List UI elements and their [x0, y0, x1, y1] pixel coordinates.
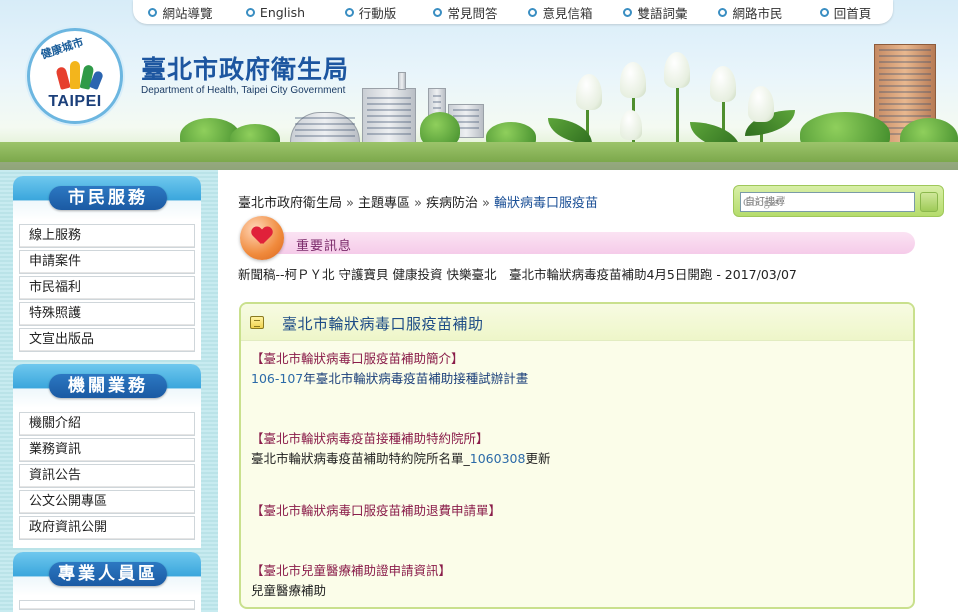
content-panel: 臺北市輪狀病毒口服疫苗補助 【臺北市輪狀病毒口服疫苗補助簡介】 106-107年…	[239, 302, 915, 609]
section-link[interactable]: 106-107年臺北市輪狀病毒疫苗補助接種試辦計畫	[251, 368, 528, 387]
logo-figure-icon	[70, 61, 80, 89]
calla-lily-decoration	[620, 110, 642, 140]
taipei-logo[interactable]: 健康城市 TAIPEI	[27, 28, 123, 124]
sidebar-item-welfare[interactable]: 市民福利	[19, 276, 195, 300]
sidebar-item-government-info[interactable]: 政府資訊公開	[19, 516, 195, 540]
notice-label: 重要訊息	[296, 239, 353, 254]
bullet-icon	[528, 7, 538, 17]
search-button[interactable]	[920, 192, 938, 212]
calla-lily-decoration	[748, 86, 774, 122]
sidebar-panel-citizen-services: 市民服務 線上服務 申請案件 市民福利 特殊照護 文宣出版品	[13, 176, 201, 360]
section-heading: 【臺北市輪狀病毒疫苗接種補助特約院所】	[251, 431, 489, 446]
search-input[interactable]	[740, 192, 915, 212]
sidebar-item-special-care[interactable]: 特殊照護	[19, 302, 195, 326]
search-widget: Google™	[733, 185, 944, 217]
bullet-icon	[344, 7, 354, 17]
section-link[interactable]: 臺北市輪狀病毒疫苗補助特約院所名單_1060308更新	[251, 448, 550, 467]
bullet-icon	[148, 7, 158, 17]
link-text: 年臺北市輪狀病毒疫苗補助接種試辦計畫	[303, 371, 529, 386]
top-nav-label: 雙語詞彙	[637, 5, 688, 21]
sidebar-item-public-documents[interactable]: 公文公開專區	[19, 490, 195, 514]
sidebar-panel-title: 市民服務	[49, 186, 167, 210]
site-title[interactable]: 臺北市政府衛生局	[141, 50, 349, 86]
sidebar-item-announcements[interactable]: 資訊公告	[19, 464, 195, 488]
calla-lily-decoration	[576, 74, 602, 110]
sidebar-item-applications[interactable]: 申請案件	[19, 250, 195, 274]
top-nav-label: English	[259, 4, 306, 20]
top-navigation: 網站導覽 English 行動版 常見問答 意見信箱 雙語詞彙 網路市民 回首頁	[133, 0, 893, 24]
bullet-icon	[819, 7, 829, 17]
breadcrumb-current[interactable]: 輪狀病毒口服疫苗	[494, 196, 598, 211]
sidebar-panel-header: 專業人員區	[13, 552, 201, 596]
link-number: 106-107	[251, 371, 304, 386]
top-nav-mobile[interactable]: 行動版	[323, 3, 418, 22]
sidebar-panel-title: 機關業務	[49, 374, 167, 398]
heart-icon	[240, 216, 284, 260]
bullet-icon	[623, 7, 633, 17]
sidebar-item-partial[interactable]	[19, 600, 195, 610]
breadcrumb-item[interactable]: 主題專區	[358, 196, 410, 211]
breadcrumb-item[interactable]: 臺北市政府衛生局	[238, 196, 342, 211]
calla-lily-decoration	[710, 66, 736, 102]
important-notice-bar: 重要訊息	[258, 232, 915, 254]
site-header: 網站導覽 English 行動版 常見問答 意見信箱 雙語詞彙 網路市民 回首頁…	[0, 0, 958, 170]
sidebar-menu	[13, 596, 201, 612]
top-nav-label: 常見問答	[447, 5, 498, 21]
content-panel-header: 臺北市輪狀病毒口服疫苗補助	[241, 304, 913, 341]
section-link[interactable]: 兒童醫療補助	[251, 580, 326, 599]
breadcrumb: 臺北市政府衛生局» 主題專區» 疾病防治» 輪狀病毒口服疫苗	[238, 192, 598, 211]
link-text: 臺北市輪狀病毒疫苗補助特約院所名單_	[251, 451, 470, 466]
top-nav-citizen[interactable]: 網路市民	[703, 3, 798, 22]
breadcrumb-separator: »	[481, 196, 490, 211]
content-title: 臺北市輪狀病毒口服疫苗補助	[282, 315, 484, 333]
sidebar-item-online-services[interactable]: 線上服務	[19, 224, 195, 248]
section-heading-link[interactable]: 【臺北市輪狀病毒口服疫苗補助退費申請單】	[251, 500, 501, 519]
header-road	[0, 162, 958, 170]
sidebar-item-publications[interactable]: 文宣出版品	[19, 328, 195, 352]
top-nav-label: 行動版	[358, 5, 397, 21]
building-decoration	[290, 112, 360, 146]
sidebar-panel-agency-business: 機關業務 機關介紹 業務資訊 資訊公告 公文公開專區 政府資訊公開	[13, 364, 201, 548]
breadcrumb-separator: »	[414, 196, 422, 211]
site-subtitle: Department of Health, Taipei City Govern…	[141, 85, 346, 96]
sidebar-item-business-info[interactable]: 業務資訊	[19, 438, 195, 462]
top-nav-label: 回首頁	[833, 5, 872, 21]
top-nav-label: 網站導覽	[162, 5, 213, 21]
top-nav-sitemap[interactable]: 網站導覽	[133, 3, 228, 22]
bullet-icon	[245, 7, 255, 17]
sidebar-panel-header: 機關業務	[13, 364, 201, 408]
logo-name: TAIPEI	[48, 93, 102, 110]
calla-lily-decoration	[620, 62, 646, 98]
breadcrumb-item[interactable]: 疾病防治	[426, 196, 478, 211]
top-nav-label: 意見信箱	[542, 5, 593, 21]
section-heading: 【臺北市兒童醫療補助證申請資訊】	[251, 563, 452, 578]
sidebar-panel-professionals: 專業人員區	[13, 552, 201, 612]
link-number: 1060308	[469, 451, 526, 466]
logo-arc-text: 健康城市	[39, 35, 86, 62]
building-decoration	[362, 88, 416, 144]
calla-lily-decoration	[664, 52, 690, 88]
bullet-icon	[433, 7, 443, 17]
top-nav-faq[interactable]: 常見問答	[418, 3, 513, 22]
top-nav-glossary[interactable]: 雙語詞彙	[608, 3, 703, 22]
breadcrumb-separator: »	[346, 196, 354, 211]
sidebar-menu: 機關介紹 業務資訊 資訊公告 公文公開專區 政府資訊公開	[13, 408, 201, 548]
section-heading: 【臺北市輪狀病毒口服疫苗補助簡介】	[251, 351, 464, 366]
top-nav-feedback[interactable]: 意見信箱	[513, 3, 608, 22]
link-text: 更新	[525, 451, 551, 466]
sidebar-panel-header: 市民服務	[13, 176, 201, 220]
sidebar-menu: 線上服務 申請案件 市民福利 特殊照護 文宣出版品	[13, 220, 201, 360]
top-nav-label: 網路市民	[732, 5, 783, 21]
document-icon	[250, 316, 264, 329]
main-content: 臺北市政府衛生局»主題專區»疾病防治»輪狀病毒口服疫苗 Google™ 重要訊息…	[218, 170, 958, 612]
top-nav-english[interactable]: English	[228, 5, 323, 20]
bullet-icon	[718, 7, 728, 17]
building-decoration	[398, 72, 406, 90]
sidebar-item-agency-intro[interactable]: 機關介紹	[19, 412, 195, 436]
top-nav-home[interactable]: 回首頁	[798, 3, 893, 22]
logo-figure-icon	[55, 66, 71, 90]
news-link[interactable]: 新聞稿--柯ＰＹ北 守護寶貝 健康投資 快樂臺北 臺北市輪狀病毒疫苗補助4月5日…	[238, 264, 797, 283]
sidebar-panel-title: 專業人員區	[49, 562, 167, 586]
